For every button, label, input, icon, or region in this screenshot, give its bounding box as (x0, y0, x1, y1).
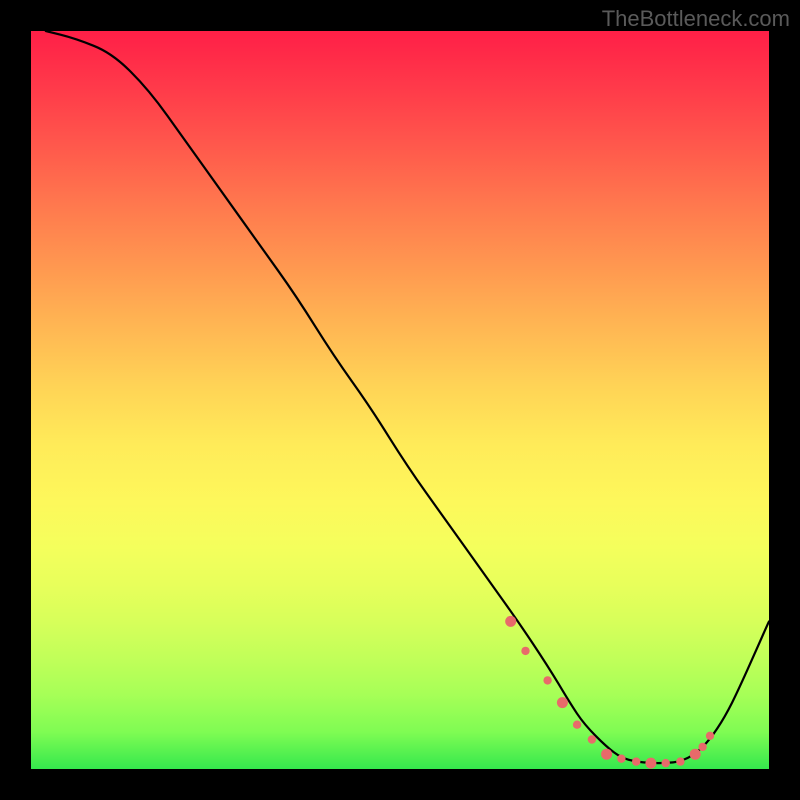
threshold-dot (543, 676, 551, 684)
threshold-dot (601, 749, 612, 760)
threshold-dot (573, 721, 581, 729)
threshold-dot (706, 732, 714, 740)
threshold-dot (617, 755, 625, 763)
threshold-dot (505, 616, 516, 627)
threshold-dot (698, 743, 706, 751)
threshold-dot (690, 749, 701, 760)
chart-frame: TheBottleneck.com (0, 0, 800, 800)
threshold-dot (645, 758, 656, 769)
threshold-markers (31, 31, 769, 769)
plot-area (31, 31, 769, 769)
attribution-label: TheBottleneck.com (602, 6, 790, 32)
threshold-dot (521, 647, 529, 655)
threshold-dot (676, 757, 684, 765)
threshold-dot (632, 757, 640, 765)
threshold-dot (662, 759, 670, 767)
threshold-dot (588, 735, 596, 743)
threshold-dot (557, 697, 568, 708)
